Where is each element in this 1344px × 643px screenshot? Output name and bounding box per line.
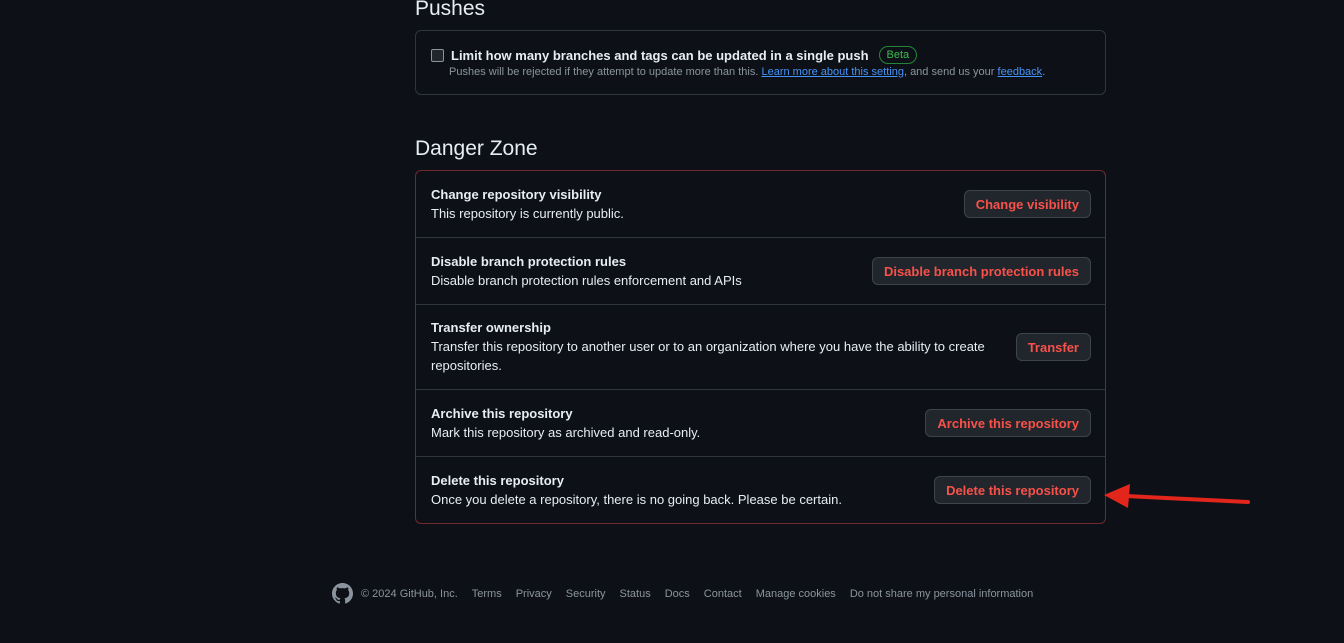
transfer-button[interactable]: Transfer	[1015, 333, 1091, 361]
archive-repository-button[interactable]: Archive this repository	[925, 409, 1091, 437]
danger-row-archive: Archive this repository Mark this reposi…	[416, 390, 1105, 457]
danger-row-description: Mark this repository as archived and rea…	[431, 425, 701, 440]
footer-link-privacy[interactable]: Privacy	[516, 588, 552, 600]
pushes-heading: Pushes	[415, 0, 486, 20]
danger-row-branch-protection: Disable branch protection rules Disable …	[416, 238, 1105, 305]
limit-pushes-note: Pushes will be rejected if they attempt …	[449, 66, 1045, 78]
learn-more-link[interactable]: Learn more about this setting	[761, 66, 903, 78]
danger-row-delete: Delete this repository Once you delete a…	[416, 457, 1105, 523]
danger-row-title: Transfer ownership	[431, 320, 551, 335]
footer-link-status[interactable]: Status	[620, 588, 651, 600]
limit-pushes-label[interactable]: Limit how many branches and tags can be …	[451, 48, 869, 63]
danger-row-visibility: Change repository visibility This reposi…	[416, 171, 1105, 238]
note-middle: , and send us your	[903, 66, 995, 78]
feedback-link[interactable]: feedback	[998, 66, 1043, 78]
note-suffix: .	[1042, 66, 1046, 78]
footer-link-do-not-share[interactable]: Do not share my personal information	[850, 588, 1033, 600]
beta-badge: Beta	[878, 46, 918, 64]
arrow-left-icon	[1104, 484, 1250, 508]
limit-pushes-checkbox[interactable]	[431, 48, 444, 62]
danger-row-description: This repository is currently public.	[431, 206, 624, 221]
pushes-box: Limit how many branches and tags can be …	[415, 30, 1106, 95]
limit-pushes-row: Limit how many branches and tags can be …	[431, 46, 918, 64]
danger-row-description: Once you delete a repository, there is n…	[431, 492, 842, 507]
change-visibility-button[interactable]: Change visibility	[963, 190, 1091, 218]
disable-branch-protection-button[interactable]: Disable branch protection rules	[871, 257, 1091, 285]
danger-row-description: Transfer this repository to another user…	[431, 339, 985, 373]
footer-link-manage-cookies[interactable]: Manage cookies	[756, 588, 836, 600]
danger-row-transfer: Transfer ownership Transfer this reposit…	[416, 305, 1105, 390]
footer-link-contact[interactable]: Contact	[704, 588, 742, 600]
danger-zone-heading: Danger Zone	[415, 137, 538, 160]
page: Pushes Limit how many branches and tags …	[0, 0, 1344, 643]
footer-copyright: © 2024 GitHub, Inc.	[361, 587, 458, 600]
danger-zone-box: Change repository visibility This reposi…	[415, 170, 1106, 524]
delete-repository-button[interactable]: Delete this repository	[934, 476, 1091, 504]
danger-row-title: Change repository visibility	[431, 187, 602, 202]
footer-link-terms[interactable]: Terms	[472, 588, 502, 600]
danger-row-text: Change repository visibility This reposi…	[431, 186, 991, 223]
footer-link-security[interactable]: Security	[566, 588, 606, 600]
github-logo-icon[interactable]	[332, 583, 353, 604]
danger-row-text: Transfer ownership Transfer this reposit…	[431, 319, 991, 375]
footer-link-docs[interactable]: Docs	[665, 588, 690, 600]
danger-row-title: Archive this repository	[431, 406, 573, 421]
note-prefix: Pushes will be rejected if they attempt …	[449, 66, 759, 78]
danger-row-text: Delete this repository Once you delete a…	[431, 472, 991, 509]
danger-row-text: Archive this repository Mark this reposi…	[431, 405, 991, 442]
footer: © 2024 GitHub, Inc. Terms Privacy Securi…	[332, 583, 1047, 604]
danger-row-title: Delete this repository	[431, 473, 564, 488]
